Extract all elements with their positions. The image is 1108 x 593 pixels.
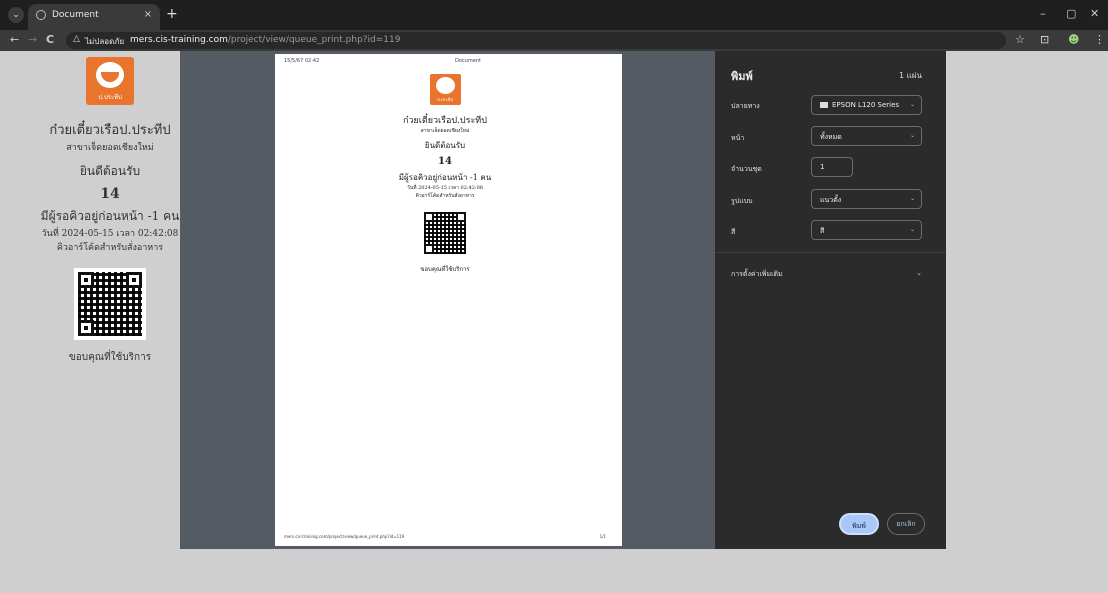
pages-select[interactable]: ทั้งหมด ⌄: [811, 126, 922, 146]
shop-logo: ป.ประทีป: [86, 57, 134, 105]
address-bar[interactable]: △ ไม่ปลอดภัย mers.cis-training.com/proje…: [66, 32, 1006, 49]
restore-button[interactable]: ▢: [1066, 7, 1076, 20]
url-text: mers.cis-training.com/project/view/queue…: [130, 35, 401, 45]
profile-icon[interactable]: ☻: [1068, 33, 1079, 46]
minimize-button[interactable]: –: [1040, 7, 1046, 20]
qr-finder: [456, 212, 466, 222]
destination-value-wrap: EPSON L120 Series: [820, 101, 899, 109]
pages-label: หน้า: [731, 134, 745, 142]
print-button[interactable]: พิมพ์: [839, 513, 879, 535]
thanks-text: ขอบคุณที่ใช้บริการ: [68, 352, 152, 363]
preview-welcome: ยินดีต้อนรับ: [424, 141, 466, 150]
forward-icon[interactable]: →: [28, 33, 37, 46]
preview-shop-name: ก๋วยเตี๋ยวเรือป.ประทีป: [403, 116, 487, 126]
qr-finder: [424, 212, 434, 222]
logo-caption: ป.ประทีป: [98, 94, 122, 101]
chevron-down-icon: ⌄: [909, 101, 915, 108]
preview-thanks: ขอบคุณที่ใช้บริการ: [420, 266, 470, 273]
more-settings-toggle[interactable]: การตั้งค่าเพิ่มเติม: [731, 269, 783, 280]
preview-shop-logo: ป.ประทีป: [429, 74, 461, 105]
preview-logo-noodle-icon: [435, 77, 455, 94]
queue-receipt: ป.ประทีป ก๋วยเตี๋ยวเรือป.ประทีป สาขาเจ็ด…: [20, 51, 200, 365]
shop-name: ก๋วยเตี๋ยวเรือป.ประทีป: [49, 123, 171, 138]
browser-menu-icon[interactable]: ⋮: [1094, 33, 1105, 46]
tab-search-icon[interactable]: ⌄: [8, 7, 24, 23]
qr-finder: [424, 244, 434, 254]
preview-footer-page: 1/1: [599, 534, 606, 539]
preview-qr-note: คิวอาร์โค้ดสำหรับสั่งอาหาร: [415, 193, 475, 199]
destination-select[interactable]: EPSON L120 Series ⌄: [811, 95, 922, 115]
tab-title: Document: [52, 10, 99, 20]
sheet-count: 1 แผ่น: [899, 71, 922, 80]
branch-name: สาขาเจ็ดยอดเชียงใหม่: [66, 143, 154, 153]
preview-datetime: วันที่ 2024-05-15 เวลา 02:42:08: [407, 185, 483, 191]
chevron-down-icon: ⌄: [909, 195, 915, 202]
preview-receipt: ป.ประทีป ก๋วยเตี๋ยวเรือป.ประทีป สาขาเจ็ด…: [335, 74, 555, 274]
layout-label: รูปแบบ: [731, 197, 753, 205]
preview-people-ahead: มีผู้รอคิวอยู่ก่อนหน้า -1 คน: [398, 173, 492, 182]
welcome-text: ยินดีต้อนรับ: [79, 164, 141, 178]
pages-value: ทั้งหมด: [820, 133, 842, 141]
queue-number: 14: [100, 186, 120, 202]
destination-value: EPSON L120 Series: [832, 101, 900, 109]
printer-icon: [820, 102, 828, 108]
preview-header-date: 15/5/67 02:42: [284, 58, 320, 64]
preview-queue-number: 14: [438, 156, 452, 167]
extensions-icon[interactable]: ⊡: [1040, 33, 1049, 46]
people-ahead: มีผู้รอคิวอยู่ก่อนหน้า -1 คน: [40, 209, 180, 223]
section-divider: [715, 252, 946, 253]
layout-select[interactable]: แนวตั้ง ⌄: [811, 189, 922, 209]
print-settings-panel: พิมพ์ 1 แผ่น ปลายทาง EPSON L120 Series ⌄…: [715, 51, 946, 549]
qr-finder: [126, 272, 142, 288]
preview-qr-code: [424, 212, 466, 254]
bookmark-star-icon[interactable]: ☆: [1015, 33, 1025, 46]
close-window-button[interactable]: ✕: [1090, 7, 1099, 20]
url-path: /project/view/queue_print.php?id=119: [227, 35, 401, 45]
tab-strip: ⌄ Document × + – ▢ ✕: [0, 0, 1108, 30]
qr-code: [74, 268, 146, 340]
page-content: ป.ประทีป ก๋วยเตี๋ยวเรือป.ประทีป สาขาเจ็ด…: [0, 51, 1108, 593]
qr-note: คิวอาร์โค้ดสำหรับสั่งอาหาร: [56, 243, 164, 253]
copies-input[interactable]: 1: [811, 157, 853, 177]
preview-page: 15/5/67 02:42 Document ป.ประทีป ก๋วยเตี๋…: [275, 54, 622, 546]
cancel-button[interactable]: ยกเลิก: [887, 513, 925, 535]
color-label: สี: [731, 228, 736, 236]
qr-finder: [78, 320, 94, 336]
chevron-down-icon: ⌄: [909, 132, 915, 139]
url-host: mers.cis-training.com: [130, 35, 228, 45]
globe-icon: [36, 10, 46, 20]
queue-datetime: วันที่ 2024-05-15 เวลา 02:42:08: [41, 229, 179, 239]
warning-icon[interactable]: △: [73, 34, 80, 44]
layout-value: แนวตั้ง: [820, 196, 842, 204]
copies-value: 1: [820, 163, 825, 171]
qr-finder: [78, 272, 94, 288]
color-value: สี: [820, 227, 825, 235]
destination-label: ปลายทาง: [731, 102, 760, 110]
preview-logo-caption: ป.ประทีป: [437, 97, 453, 102]
tab-document[interactable]: Document ×: [28, 4, 160, 30]
preview-footer-url: mers.cis-training.com/project/view/queue…: [284, 534, 405, 539]
chevron-down-icon: ⌄: [909, 226, 915, 233]
print-title: พิมพ์: [731, 70, 753, 83]
expand-chevron-icon[interactable]: ⌄: [916, 269, 922, 277]
back-icon[interactable]: ←: [10, 33, 19, 46]
not-secure-label[interactable]: ไม่ปลอดภัย: [85, 35, 124, 48]
browser-toolbar: ← → C △ ไม่ปลอดภัย mers.cis-training.com…: [0, 30, 1108, 51]
tab-close-icon[interactable]: ×: [144, 9, 152, 20]
copies-label: จำนวนชุด: [731, 165, 762, 173]
new-tab-button[interactable]: +: [166, 6, 178, 22]
preview-branch: สาขาเจ็ดยอดเชียงใหม่: [420, 128, 470, 134]
color-select[interactable]: สี ⌄: [811, 220, 922, 240]
reload-icon[interactable]: C: [46, 33, 54, 46]
preview-header-title: Document: [455, 58, 481, 64]
